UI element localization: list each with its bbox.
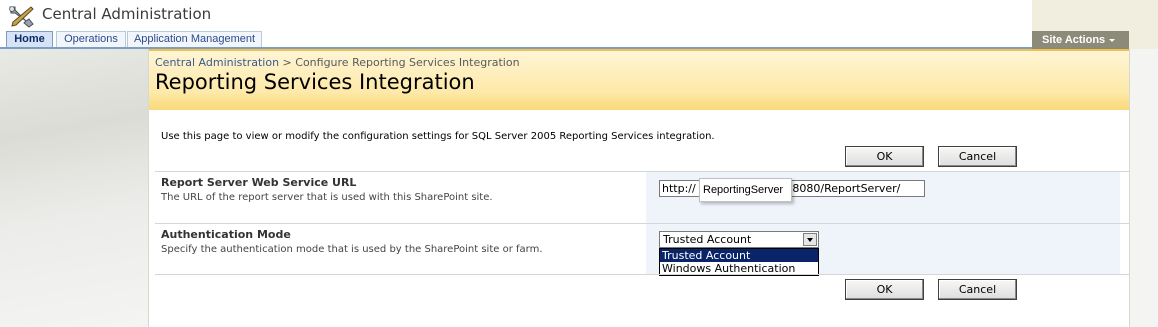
app-title[interactable]: Central Administration [42, 5, 211, 23]
tab-home[interactable]: Home [6, 31, 53, 47]
ok-button-top[interactable]: OK [845, 146, 924, 167]
auth-section-description: Specify the authentication mode that is … [161, 244, 543, 255]
authentication-mode-select[interactable]: Trusted Account [659, 231, 819, 248]
section-divider [155, 274, 1129, 275]
url-section-title: Report Server Web Service URL [161, 176, 357, 189]
tab-operations[interactable]: Operations [56, 31, 126, 47]
autocomplete-tooltip: ReportingServer [699, 178, 792, 202]
breadcrumb-link-central-administration[interactable]: Central Administration [155, 56, 279, 69]
authentication-mode-value: Trusted Account [663, 233, 752, 246]
top-right-fill-lower [1129, 31, 1158, 49]
page-title: Reporting Services Integration [155, 70, 475, 94]
site-actions-label: Site Actions [1042, 34, 1106, 46]
breadcrumb-separator: > [282, 56, 292, 69]
chevron-down-icon [1109, 38, 1116, 42]
url-section-description: The URL of the report server that is use… [161, 192, 493, 203]
cancel-button-bottom[interactable]: Cancel [938, 279, 1017, 300]
tab-application-management[interactable]: Application Management [127, 31, 262, 47]
url-value-prefix: http:// [662, 182, 696, 195]
auth-section-title: Authentication Mode [161, 228, 291, 241]
breadcrumb-current: Configure Reporting Services Integration [295, 56, 520, 69]
left-navigation-pane [0, 49, 149, 327]
dropdown-arrow-icon[interactable] [803, 233, 817, 246]
right-pane [1129, 49, 1158, 327]
title-bar: Central Administration [0, 0, 1158, 31]
site-actions-menu[interactable]: Site Actions [1032, 31, 1129, 49]
breadcrumb: Central Administration > Configure Repor… [155, 56, 520, 69]
top-right-fill [1032, 0, 1158, 31]
cancel-button-top[interactable]: Cancel [938, 146, 1017, 167]
url-value-suffix: :8080/ReportServer/ [788, 182, 901, 195]
authentication-mode-dropdown: Trusted Account Windows Authentication [659, 248, 819, 276]
tools-icon [6, 4, 36, 28]
page-description: Use this page to view or modify the conf… [161, 131, 715, 142]
option-trusted-account[interactable]: Trusted Account [660, 249, 818, 262]
ok-button-bottom[interactable]: OK [845, 279, 924, 300]
